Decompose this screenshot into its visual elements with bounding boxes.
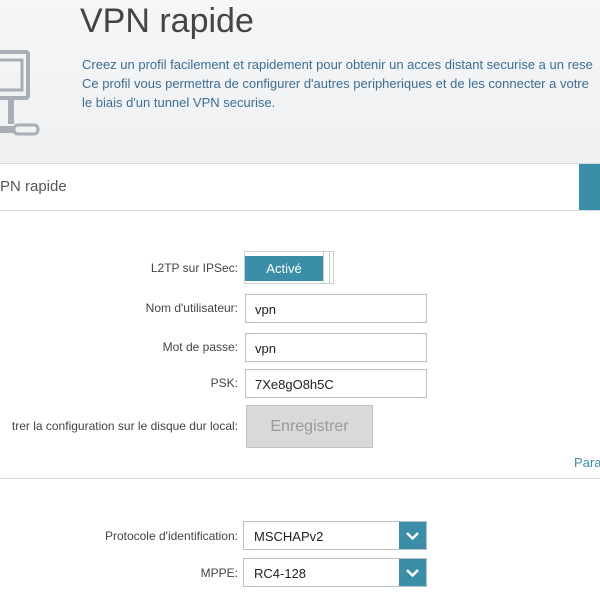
- save-config-label: trer la configuration sur le disque dur …: [11, 419, 238, 433]
- description-line: Creez un profil facilement et rapidement…: [82, 57, 593, 72]
- l2tp-toggle-state: Activé: [245, 256, 323, 281]
- section-title: PN rapide: [0, 178, 67, 195]
- page-description: Creez un profil facilement et rapidement…: [82, 55, 600, 112]
- toggle-knob[interactable]: [323, 252, 330, 283]
- username-input[interactable]: vpn: [245, 294, 427, 323]
- page-header: VPN rapide Creez un profil facilement et…: [0, 0, 600, 164]
- divider: [0, 478, 600, 479]
- device-icon: [0, 50, 40, 136]
- psk-label: PSK:: [210, 376, 238, 390]
- l2tp-label: L2TP sur IPSec:: [150, 261, 238, 275]
- auth-protocol-label: Protocole d'identification:: [104, 529, 238, 543]
- password-label: Mot de passe:: [162, 340, 238, 354]
- section-header: PN rapide: [0, 164, 600, 211]
- password-input[interactable]: vpn: [245, 333, 427, 362]
- chevron-down-icon[interactable]: [399, 522, 426, 549]
- mppe-label: MPPE:: [200, 566, 238, 580]
- auth-protocol-value: MSCHAPv2: [254, 529, 324, 544]
- description-line: Ce profil vous permettra de configurer d…: [82, 76, 589, 91]
- username-label: Nom d'utilisateur:: [145, 301, 238, 315]
- chevron-down-icon[interactable]: [399, 559, 426, 586]
- l2tp-toggle[interactable]: Activé: [244, 251, 334, 284]
- mppe-select[interactable]: RC4-128: [243, 558, 427, 587]
- description-line: le biais d'un tunnel VPN securise.: [82, 95, 276, 110]
- section-accent: [579, 164, 600, 210]
- auth-protocol-select[interactable]: MSCHAPv2: [243, 521, 427, 550]
- advanced-settings-link[interactable]: Para: [574, 455, 600, 470]
- page-title: VPN rapide: [80, 2, 254, 40]
- save-button[interactable]: Enregistrer: [246, 405, 373, 448]
- mppe-value: RC4-128: [254, 566, 307, 581]
- psk-input[interactable]: 7Xe8gO8h5C: [245, 369, 427, 398]
